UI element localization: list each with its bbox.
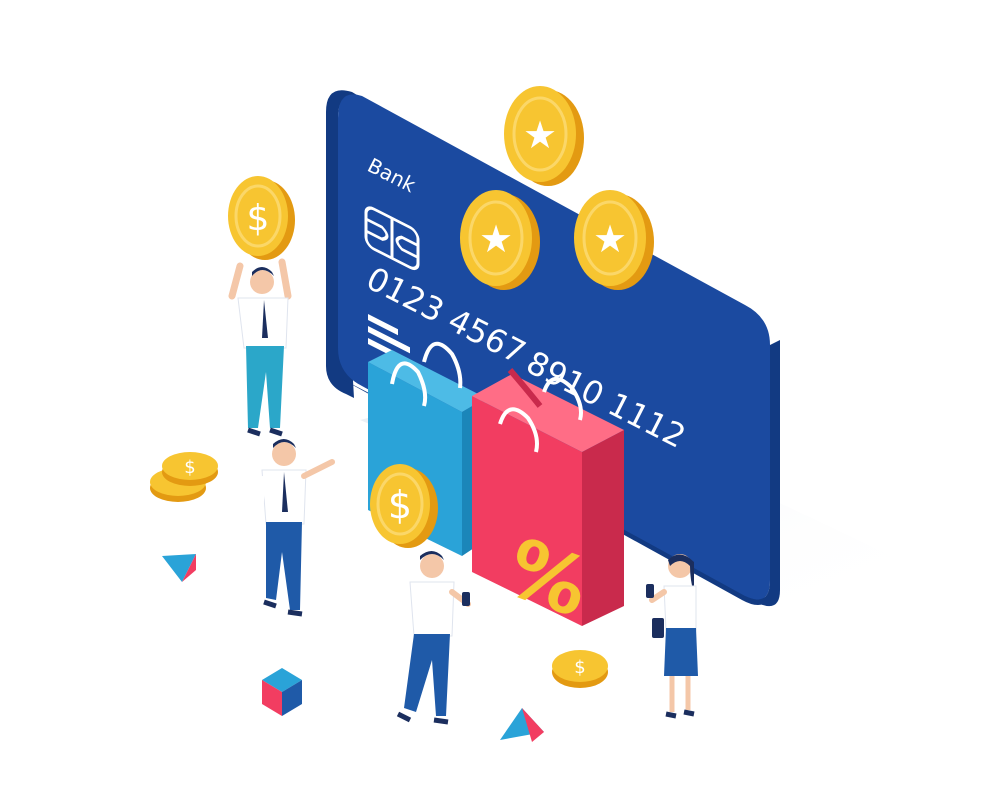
dollar-icon: $ bbox=[184, 457, 195, 478]
man-waving bbox=[254, 439, 335, 617]
star-icon: ★ bbox=[523, 113, 557, 157]
dollar-icon: $ bbox=[574, 657, 585, 678]
man-with-phone bbox=[396, 551, 471, 725]
isometric-payment-illustration: Bank 0123 4567 8910 1112 ★ ★ ★ % $ $ $ $ bbox=[150, 86, 900, 742]
star-icon: ★ bbox=[479, 217, 513, 261]
man-holding-coin: $ bbox=[228, 176, 295, 437]
star-coin-top: ★ bbox=[504, 86, 584, 186]
triangle-shape-left bbox=[162, 554, 196, 582]
coin-stack: $ bbox=[150, 452, 218, 502]
dollar-coin-ground: $ bbox=[552, 650, 608, 688]
dollar-icon: $ bbox=[388, 483, 412, 527]
triangle-shape-bottom bbox=[500, 708, 544, 742]
woman-with-phone bbox=[646, 554, 698, 719]
phone-icon bbox=[646, 584, 654, 598]
phone-icon bbox=[462, 592, 470, 606]
folder-icon bbox=[652, 618, 664, 638]
star-icon: ★ bbox=[593, 217, 627, 261]
dollar-icon: $ bbox=[247, 198, 270, 239]
cube-shape bbox=[262, 668, 302, 716]
